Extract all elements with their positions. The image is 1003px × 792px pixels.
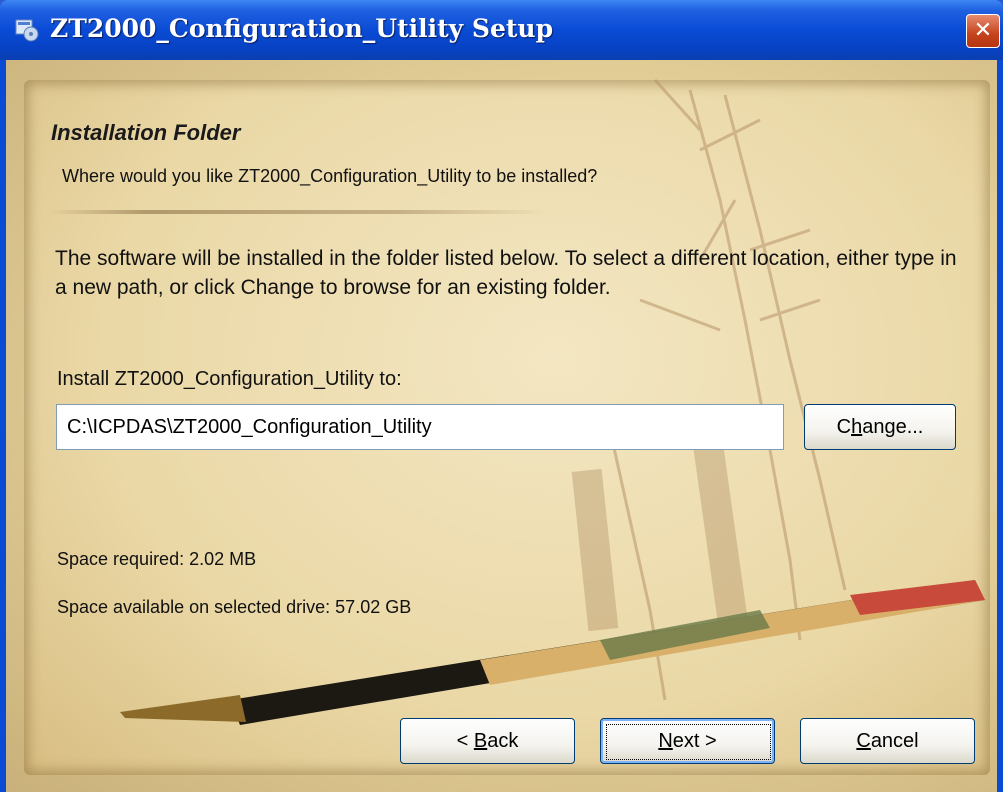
page-title: Installation Folder — [51, 120, 241, 145]
change-label-post: ange... — [862, 416, 924, 438]
header-divider — [48, 210, 548, 214]
back-label-post: ack — [487, 730, 519, 752]
cancel-label-post: ancel — [870, 730, 919, 752]
install-path-label: Install ZT2000_Configuration_Utility to: — [57, 368, 402, 390]
change-button[interactable]: Change... — [804, 404, 956, 450]
next-accel-key: N — [658, 730, 673, 752]
setup-window: ZT2000_Configuration_Utility Setup ✕ Ins… — [0, 0, 1003, 792]
next-button[interactable]: Next > — [600, 718, 775, 764]
page-subtitle: Where would you like ZT2000_Configuratio… — [62, 166, 598, 186]
next-label-post: ext > — [672, 730, 717, 752]
back-button[interactable]: < Back — [400, 718, 575, 764]
bamboo-decoration — [120, 78, 985, 725]
change-label-pre: C — [836, 416, 852, 438]
space-required-text: Space required: 2.02 MB — [57, 549, 257, 569]
change-accel-key: h — [851, 416, 863, 438]
back-accel-key: B — [473, 730, 488, 752]
space-available-text: Space available on selected drive: 57.02… — [57, 597, 412, 617]
folder-description: The software will be installed in the fo… — [55, 247, 957, 299]
install-path-input[interactable] — [56, 404, 784, 450]
cancel-button[interactable]: Cancel — [800, 718, 975, 764]
cancel-accel-key: C — [856, 730, 871, 752]
back-label-pre: < — [456, 730, 474, 752]
